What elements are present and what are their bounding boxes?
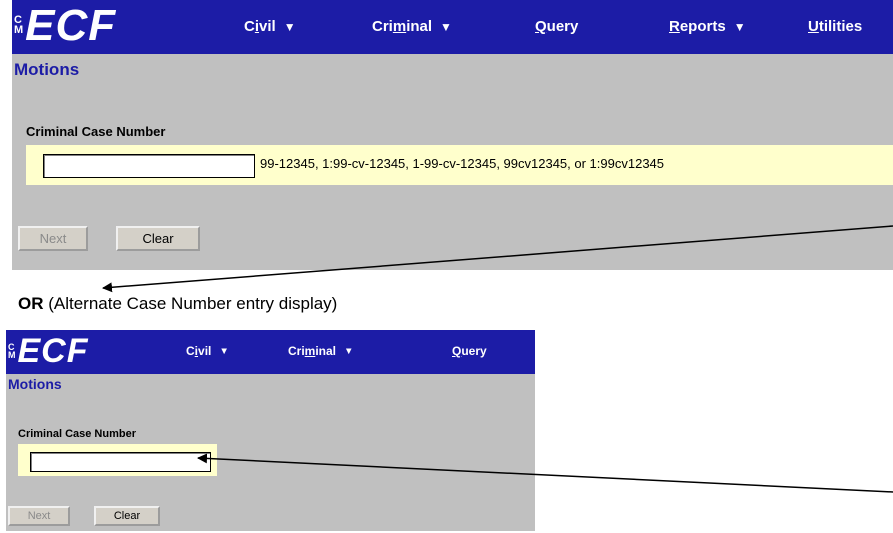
navbar: C M ECF Ci vil ▼ Cri m inal ▼ Query Reports… xyxy=(12,0,893,54)
chevron-down-icon: ▼ xyxy=(733,19,746,34)
menu-criminal[interactable]: Cri m inal ▼ xyxy=(288,344,354,358)
caption-description: (Alternate Case Number entry display) xyxy=(43,294,338,313)
chevron-down-icon: ▼ xyxy=(440,19,452,34)
caption-text: OR (Alternate Case Number entry display) xyxy=(18,294,337,314)
caption-or: OR xyxy=(18,294,44,313)
menu-utilities[interactable]: Utilities xyxy=(808,18,862,35)
cmecf-screen-primary: C M ECF Ci vil ▼ Cri m inal ▼ Query Reports… xyxy=(12,0,893,270)
cmecf-logo[interactable]: C M ECF xyxy=(14,1,117,50)
chevron-down-icon: ▼ xyxy=(344,345,354,357)
menu-civil[interactable]: Ci vil ▼ xyxy=(186,344,229,358)
cmecf-screen-alternate: C M ECF Ci vil ▼ Cri m inal ▼ Query Motions… xyxy=(6,330,535,531)
logo-badge: C M xyxy=(8,341,16,360)
menu-reports[interactable]: Reports ▼ xyxy=(669,18,746,35)
menu-criminal[interactable]: Cri m inal ▼ xyxy=(372,18,452,35)
logo-text: ECF xyxy=(25,1,117,50)
case-number-format-hint: 99-12345, 1:99-cv-12345, 1-99-cv-12345, … xyxy=(260,156,665,171)
case-number-label: Criminal Case Number xyxy=(18,428,136,440)
next-button[interactable]: Next xyxy=(18,226,88,251)
page-title: Motions xyxy=(14,60,80,79)
menu-civil[interactable]: Ci vil ▼ xyxy=(244,18,296,35)
chevron-down-icon: ▼ xyxy=(283,19,296,34)
next-button[interactable]: Next xyxy=(8,506,70,526)
menu-query[interactable]: Query xyxy=(452,344,487,358)
logo-badge: C M xyxy=(14,14,24,36)
cmecf-logo[interactable]: C M ECF xyxy=(8,332,89,370)
navbar: C M ECF Ci vil ▼ Cri m inal ▼ Query xyxy=(6,330,535,374)
menu-query[interactable]: Query xyxy=(535,18,578,35)
clear-button[interactable]: Clear xyxy=(94,506,160,526)
page-title: Motions xyxy=(8,376,62,392)
clear-button[interactable]: Clear xyxy=(116,226,200,251)
case-number-input[interactable] xyxy=(43,154,255,178)
case-number-label: Criminal Case Number xyxy=(26,124,166,139)
chevron-down-icon: ▼ xyxy=(219,345,229,357)
logo-text: ECF xyxy=(17,331,89,370)
case-number-input[interactable] xyxy=(30,452,211,472)
